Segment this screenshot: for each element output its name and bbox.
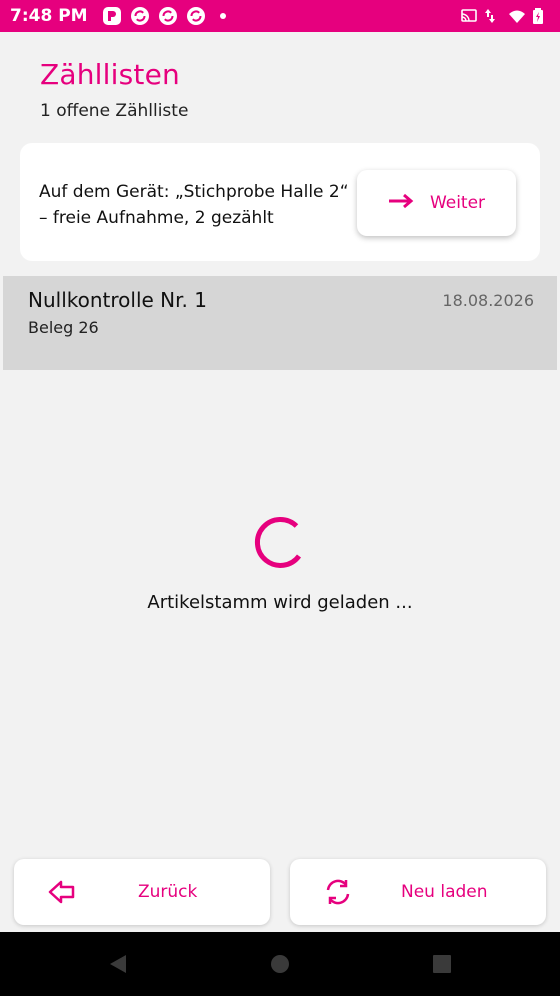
count-list-item[interactable]: Nullkontrolle Nr. 1 Beleg 26 18.08.2026 xyxy=(3,276,557,370)
resume-card-text: Auf dem Gerät: „Stichprobe Halle 2“ – fr… xyxy=(39,182,349,228)
reload-button-label: Neu laden xyxy=(401,882,488,902)
page-title: Zähllisten xyxy=(40,58,180,91)
system-status-icons xyxy=(460,0,550,32)
refresh-icon xyxy=(324,878,352,906)
page-subtitle: 1 offene Zählliste xyxy=(40,101,189,121)
sync-icon xyxy=(186,6,206,26)
screen: 7:48 PM Zähllisten 1 offene Zählliste Au… xyxy=(0,0,560,996)
sync-icon xyxy=(158,6,178,26)
battery-charging-icon xyxy=(532,7,550,25)
continue-button-label: Weiter xyxy=(429,193,486,213)
count-list-title: Nullkontrolle Nr. 1 xyxy=(28,288,207,312)
status-bar: 7:48 PM xyxy=(0,0,560,32)
reload-button[interactable]: Neu laden xyxy=(290,859,546,925)
back-button-label: Zurück xyxy=(138,882,198,902)
continue-button[interactable]: Weiter xyxy=(357,170,516,236)
sync-icon xyxy=(130,6,150,26)
back-button[interactable]: Zurück xyxy=(14,859,270,925)
cast-icon xyxy=(460,7,478,25)
notification-icons xyxy=(102,6,226,26)
count-list-date: 18.08.2026 xyxy=(442,291,534,310)
loading-message: Artikelstamm wird geladen ... xyxy=(147,592,413,613)
data-arrows-icon xyxy=(484,7,502,25)
status-time: 7:48 PM xyxy=(10,6,88,26)
home-circle-icon[interactable] xyxy=(268,952,292,976)
wifi-icon xyxy=(508,7,526,25)
system-nav-bar xyxy=(0,932,560,996)
arrow-right-icon xyxy=(388,193,414,213)
count-list-document: Beleg 26 xyxy=(28,318,99,337)
more-notifications-dot xyxy=(219,13,226,19)
app-notification-icon xyxy=(102,6,122,26)
loading-spinner-icon xyxy=(252,514,308,570)
recents-square-icon[interactable] xyxy=(430,952,454,976)
resume-count-card: Auf dem Gerät: „Stichprobe Halle 2“ – fr… xyxy=(20,143,540,261)
arrow-left-icon xyxy=(48,878,76,906)
back-triangle-icon[interactable] xyxy=(106,952,130,976)
